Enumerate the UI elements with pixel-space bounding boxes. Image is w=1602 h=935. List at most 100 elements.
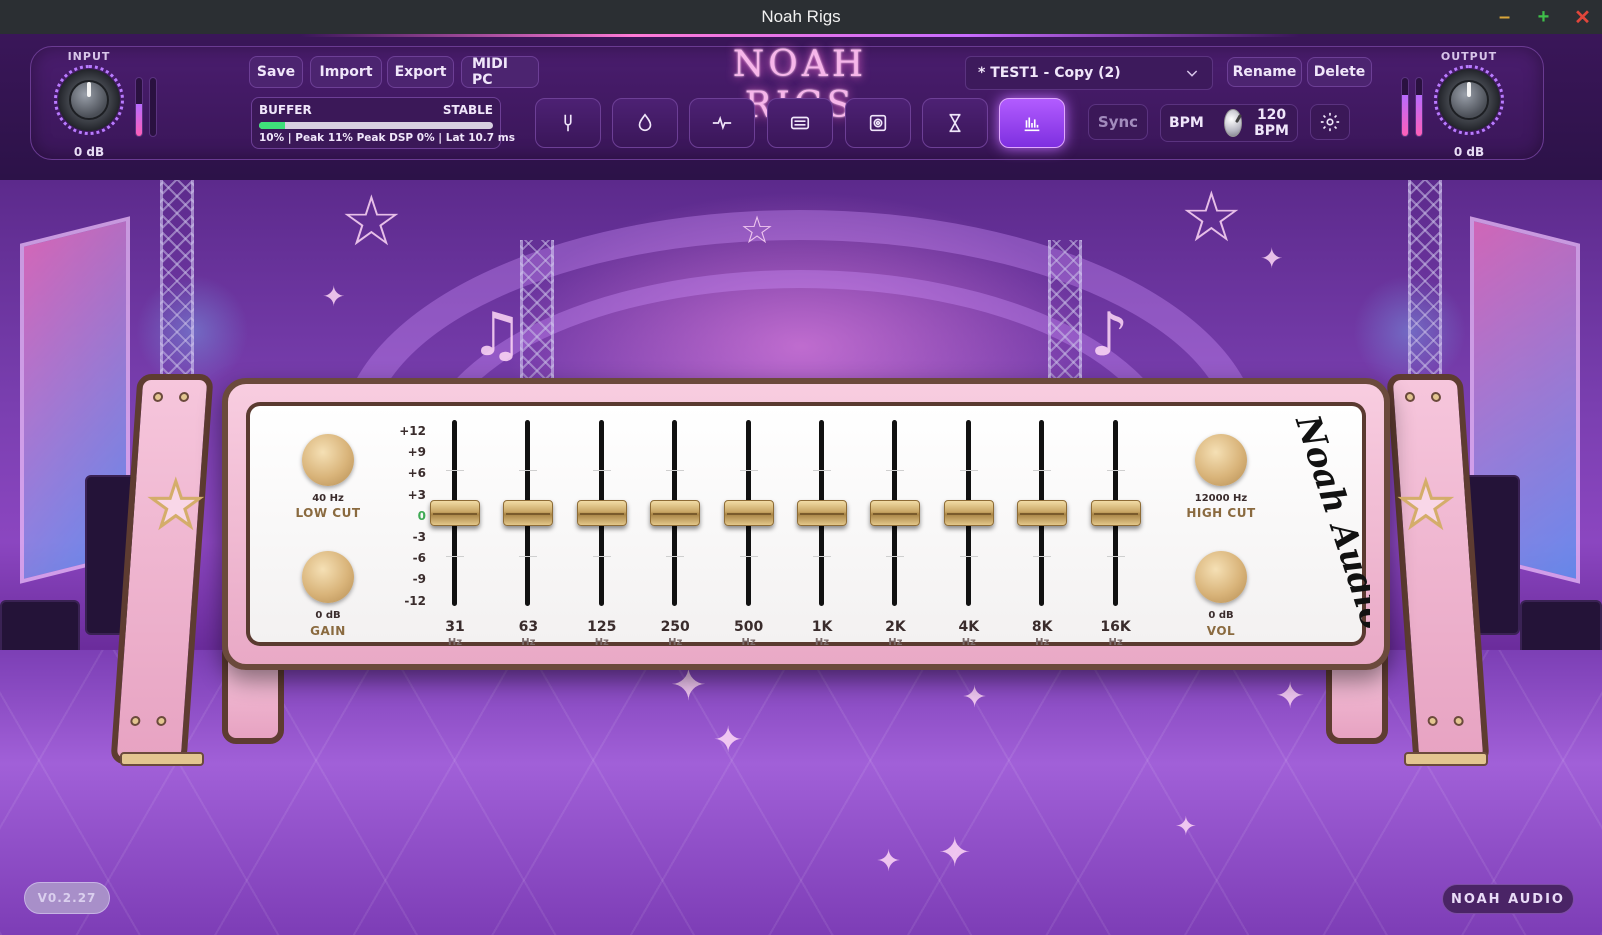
preset-name: * TEST1 - Copy (2) [978,65,1121,81]
sync-button[interactable]: Sync [1088,104,1148,140]
title-bar: Noah Rigs – + ✕ [0,0,1602,34]
slider-handle[interactable] [650,500,701,526]
slider-handle[interactable] [797,500,847,526]
bpm-knob[interactable] [1223,109,1243,137]
save-button[interactable]: Save [249,56,303,88]
slider-tick [446,555,464,557]
slider-handle[interactable] [870,500,921,526]
brand-badge: NOAH AUDIO [1442,884,1574,914]
db-tick: -12 [404,593,426,608]
slider-tick [739,470,758,472]
window-controls: – + ✕ [1485,0,1602,34]
buffer-label: BUFFER [259,103,312,117]
db-tick: 0 [417,508,426,523]
maximize-button[interactable]: + [1524,0,1563,34]
tuning-fork-icon [564,114,572,132]
db-tick: +12 [399,424,426,438]
eq-slider-4k[interactable] [943,420,994,610]
slider-handle[interactable] [430,500,480,526]
input-meter-right [149,77,157,137]
rename-button[interactable]: Rename [1227,57,1302,87]
high-cut-value: 12000 Hz [1194,493,1248,504]
slider-tick [813,555,831,557]
band-unit-label: Hz [668,637,683,648]
tab-amp[interactable] [767,98,833,148]
eq-slider-63[interactable] [503,420,554,610]
output-value: 0 dB [1453,145,1485,159]
slider-handle[interactable] [576,500,627,526]
slider-handle[interactable] [723,500,774,526]
close-button[interactable]: ✕ [1563,0,1602,34]
band-unit-label: Hz [594,637,609,648]
slider-tick [886,555,905,557]
music-note-icon: ♫ [470,300,524,370]
delete-button[interactable]: Delete [1307,57,1372,87]
slider-tick [666,555,685,557]
output-knob[interactable] [1434,65,1504,135]
db-tick: +6 [407,466,426,481]
tab-cabinet[interactable] [845,98,911,148]
sparkle-icon: ✦ [1260,242,1284,275]
eq-slider-2k[interactable] [870,420,921,610]
tab-drop[interactable] [612,98,678,148]
slider-tick [592,470,611,472]
buffer-stats: 10% | Peak 11% Peak DSP 0% | Lat 10.7 ms [259,132,515,144]
bpm-label: BPM [1169,115,1204,131]
low-cut-knob[interactable] [302,434,354,486]
settings-button[interactable] [1310,104,1350,140]
tab-equalizer[interactable] [999,98,1065,148]
slider-tick [519,555,538,557]
band-unit-label: Hz [447,637,463,648]
eq-slider-31[interactable] [430,420,480,610]
gain-knob[interactable] [302,551,354,603]
slider-tick [666,470,685,472]
eq-slider-125[interactable] [576,420,627,610]
band-unit-label: Hz [888,637,903,648]
preset-select[interactable]: * TEST1 - Copy (2) [965,56,1213,90]
input-knob[interactable] [54,65,124,135]
eq-device: 40 Hz LOW CUT 0 dB GAIN +12 +9 +6 +3 0 -3 -6 -9… [222,378,1390,670]
midi-pc-button[interactable]: MIDI PC [461,56,539,88]
eq-slider-8k[interactable] [1017,420,1068,610]
export-button[interactable]: Export [387,56,454,88]
buffer-bar [259,122,493,129]
buffer-panel: BUFFER STABLE 10% | Peak 11% Peak DSP 0%… [251,97,515,149]
sparkle-icon: ✦ [322,280,346,313]
eq-slider-1k[interactable] [797,420,847,610]
eq-slider-250[interactable] [650,420,701,610]
slider-handle[interactable] [1017,500,1068,526]
slider-handle[interactable] [1090,500,1141,526]
sparkle-icon: ✦ [938,830,972,876]
band-unit-label: Hz [961,637,976,648]
star-icon: ★ [1397,467,1456,543]
high-cut-knob[interactable] [1195,434,1247,486]
eq-foot-right [1404,752,1488,766]
low-cut-value: 40 Hz [312,493,344,504]
vol-value: 0 dB [1208,610,1234,621]
star-icon: ☆ [1180,180,1243,258]
vol-knob[interactable] [1195,551,1247,603]
band-frequency-label: 2K [885,619,906,635]
input-knob-group: INPUT 0 dB [54,50,124,159]
output-label: OUTPUT [1440,50,1498,63]
eq-slider-16k[interactable] [1090,420,1141,610]
bpm-unit: BPM [1254,123,1289,139]
minimize-button[interactable]: – [1485,0,1524,34]
slider-handle[interactable] [503,500,554,526]
slider-handle[interactable] [943,500,994,526]
eq-slider-500[interactable] [723,420,774,610]
import-button[interactable]: Import [310,56,382,88]
star-icon: ☆ [740,208,775,252]
gain-label: GAIN [310,624,346,638]
music-note-icon: ♪ [1090,300,1129,370]
tab-timer[interactable] [922,98,988,148]
eq-foot-left [120,752,204,766]
db-tick: -9 [412,572,426,587]
band-frequency-label: 4K [958,619,980,635]
bpm-value: 120 [1256,107,1287,123]
tab-pulse[interactable] [689,98,755,148]
band-unit-label: Hz [741,637,756,648]
high-cut-label: HIGH CUT [1186,506,1256,520]
tab-tuner[interactable] [535,98,601,148]
gear-icon [1320,112,1340,132]
